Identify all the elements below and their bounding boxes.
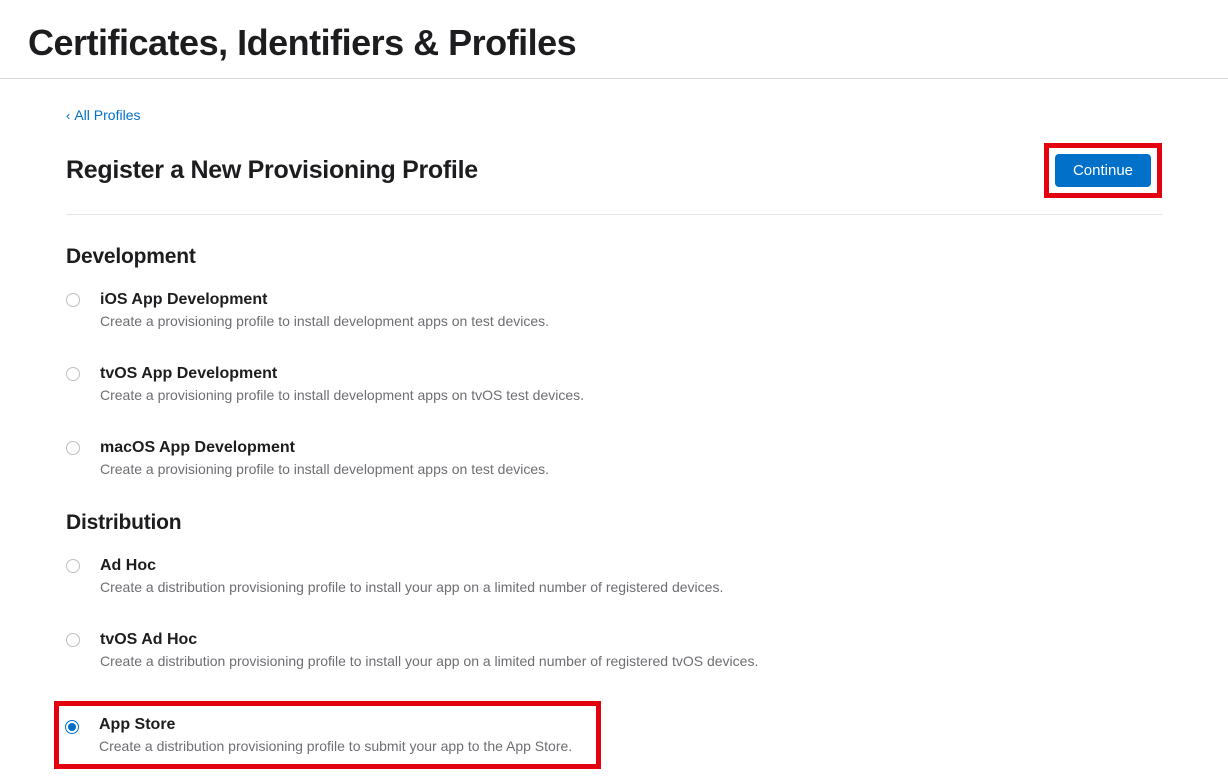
section-heading-distribution: Distribution — [66, 511, 1162, 535]
continue-highlight: Continue — [1044, 143, 1162, 198]
option-tvos-app-development[interactable]: tvOS App Development Create a provisioni… — [66, 361, 1162, 407]
option-ios-app-development[interactable]: iOS App Development Create a provisionin… — [66, 287, 1162, 333]
chevron-left-icon: ‹ — [66, 108, 70, 123]
option-title: Ad Hoc — [100, 557, 1162, 575]
radio-icon[interactable] — [66, 559, 80, 573]
option-title: tvOS App Development — [100, 365, 1162, 383]
radio-icon[interactable] — [66, 293, 80, 307]
option-ad-hoc[interactable]: Ad Hoc Create a distribution provisionin… — [66, 553, 1162, 599]
option-app-store[interactable]: App Store Create a distribution provisio… — [65, 712, 586, 758]
option-title: App Store — [99, 716, 586, 734]
continue-button[interactable]: Continue — [1055, 154, 1151, 187]
option-desc: Create a provisioning profile to install… — [100, 461, 1162, 477]
option-desc: Create a provisioning profile to install… — [100, 387, 1162, 403]
register-heading: Register a New Provisioning Profile — [66, 156, 478, 185]
app-store-highlight: App Store Create a distribution provisio… — [54, 701, 601, 769]
back-link-label: All Profiles — [74, 107, 140, 123]
radio-icon[interactable] — [66, 633, 80, 647]
option-title: iOS App Development — [100, 291, 1162, 309]
option-desc: Create a distribution provisioning profi… — [100, 579, 1162, 595]
option-tvos-ad-hoc[interactable]: tvOS Ad Hoc Create a distribution provis… — [66, 627, 1162, 673]
radio-icon[interactable] — [66, 441, 80, 455]
back-all-profiles-link[interactable]: ‹ All Profiles — [66, 107, 140, 123]
page-title: Certificates, Identifiers & Profiles — [0, 0, 1228, 79]
option-title: tvOS Ad Hoc — [100, 631, 1162, 649]
radio-icon[interactable] — [65, 720, 79, 734]
radio-icon[interactable] — [66, 367, 80, 381]
option-title: macOS App Development — [100, 439, 1162, 457]
option-desc: Create a distribution provisioning profi… — [99, 738, 586, 754]
option-macos-app-development[interactable]: macOS App Development Create a provision… — [66, 435, 1162, 481]
option-desc: Create a provisioning profile to install… — [100, 313, 1162, 329]
option-desc: Create a distribution provisioning profi… — [100, 653, 1162, 669]
section-heading-development: Development — [66, 245, 1162, 269]
